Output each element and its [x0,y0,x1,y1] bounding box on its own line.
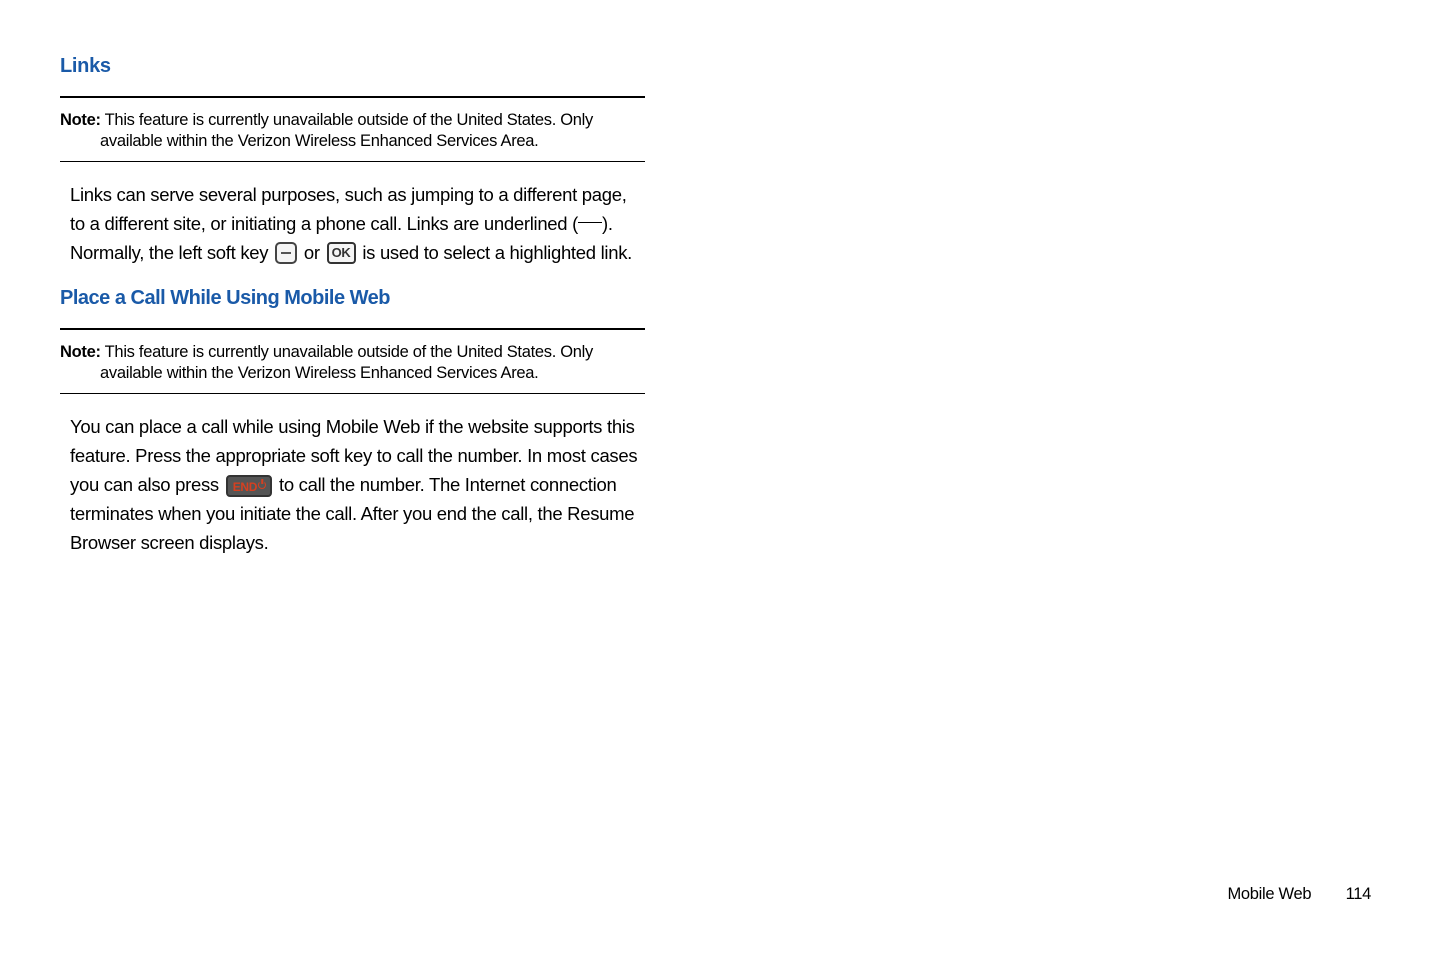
divider-thick [60,96,645,98]
heading-links: Links [60,55,645,78]
divider-thin [60,393,645,394]
left-soft-key-icon [275,242,297,264]
body-place-call: You can place a call while using Mobile … [60,412,645,557]
divider-thin [60,161,645,162]
body-links: Links can serve several purposes, such a… [60,180,645,267]
note-links: Note: This feature is currently unavaila… [60,110,645,151]
note-label: Note: [60,343,101,361]
page-footer: Mobile Web 114 [1227,885,1371,904]
footer-page-number: 114 [1346,885,1371,903]
note-label: Note: [60,111,101,129]
divider-thick [60,328,645,330]
underline-placeholder [578,222,602,223]
note-place-call: Note: This feature is currently unavaila… [60,342,645,383]
power-icon [258,481,266,489]
content-column: Links Note: This feature is currently un… [60,55,645,557]
text-segment: Links can serve several purposes, such a… [70,184,627,234]
end-key-icon: END [226,475,272,497]
text-segment: or [299,242,325,263]
footer-section-title: Mobile Web [1227,885,1311,903]
heading-place-call: Place a Call While Using Mobile Web [60,287,645,310]
note-text: This feature is currently unavailable ou… [100,343,593,382]
note-text: This feature is currently unavailable ou… [100,111,593,150]
ok-key-icon: OK [327,242,356,264]
text-segment: is used to select a highlighted link. [358,242,633,263]
